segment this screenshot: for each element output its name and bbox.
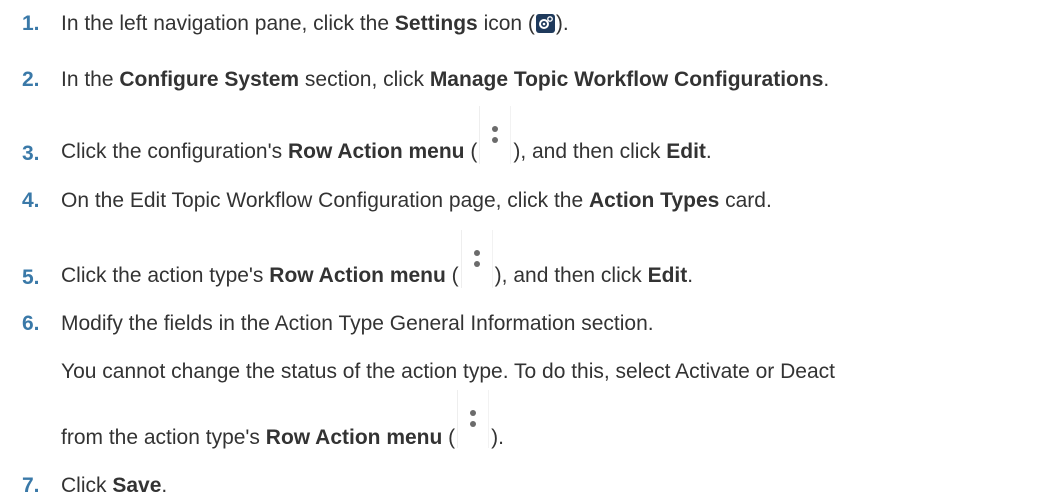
- step-text: On the Edit Topic Workflow Configuration…: [61, 189, 772, 212]
- step-number: 7.: [22, 474, 40, 497]
- step-number: 6.: [22, 312, 40, 335]
- ui-term: Configure System: [119, 68, 300, 91]
- step-text: Click the configuration's Row Action men…: [61, 106, 712, 164]
- step-text: Click Save.: [61, 474, 168, 497]
- kebab-menu-icon: [460, 230, 493, 288]
- ui-term: Manage Topic Workflow Configurations: [429, 68, 824, 91]
- step-text: Modify the fields in the Action Type Gen…: [61, 312, 654, 335]
- ui-term: Row Action menu: [269, 264, 446, 287]
- step-number: 5.: [22, 266, 40, 289]
- step-6-note-line-1: You cannot change the status of the acti…: [61, 360, 835, 383]
- ui-term: Action Types: [589, 189, 720, 212]
- ui-term: Row Action menu: [287, 140, 465, 163]
- step-6-note-line-2: from the action type's Row Action menu (…: [61, 390, 504, 450]
- ui-term: Settings: [394, 12, 478, 35]
- ui-term: Save: [112, 474, 162, 497]
- step-number: 3.: [22, 142, 40, 165]
- step-number: 4.: [22, 189, 40, 212]
- step-number: 2.: [22, 68, 40, 91]
- settings-gear-icon: [535, 14, 555, 33]
- ui-term: Row Action menu: [265, 426, 443, 449]
- step-text: Click the action type's Row Action menu …: [61, 230, 693, 288]
- kebab-menu-icon: [479, 106, 512, 164]
- ui-term: Edit: [647, 264, 688, 287]
- step-text: In the Configure System section, click M…: [61, 68, 830, 91]
- ui-term: Edit: [666, 140, 706, 163]
- step-text: In the left navigation pane, click the S…: [61, 12, 569, 35]
- step-number: 1.: [22, 12, 40, 35]
- kebab-menu-icon: [457, 390, 490, 448]
